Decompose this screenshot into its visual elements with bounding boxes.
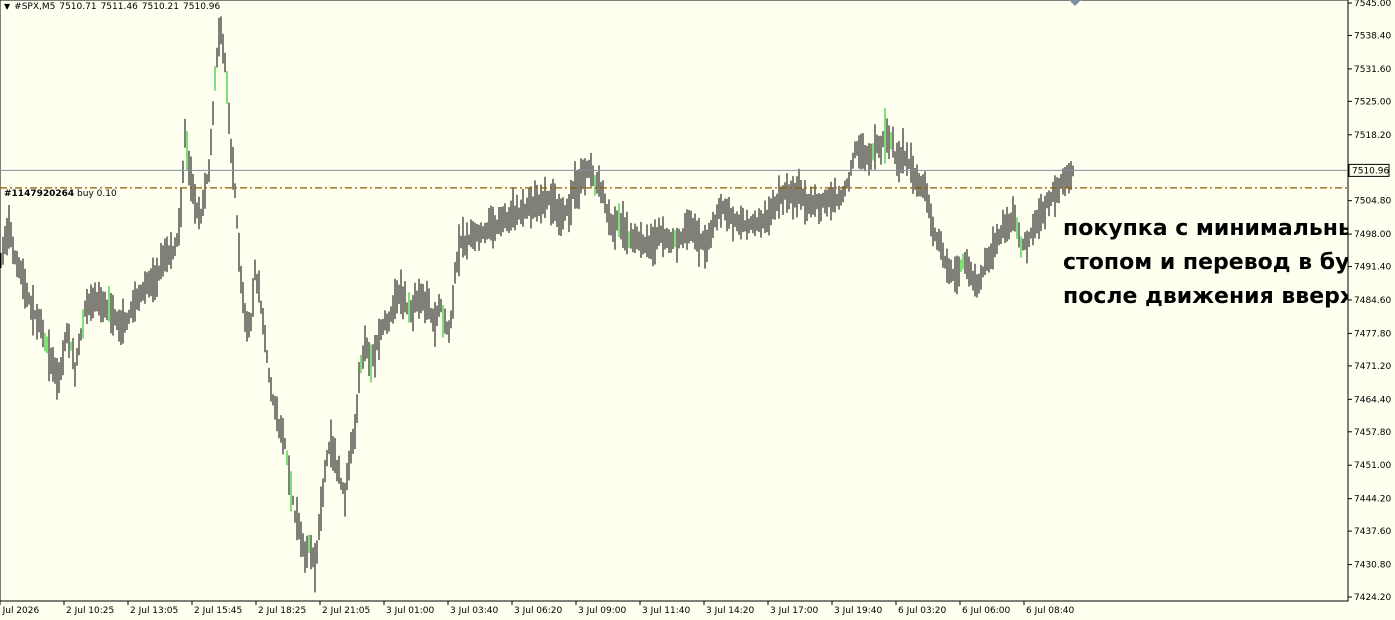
x-tick-label: 3 Jul 11:40 (642, 606, 691, 616)
y-tick-label: 7525.00 (1354, 97, 1391, 107)
y-tick-label: 7484.60 (1354, 296, 1391, 306)
current-price-tag-text: 7510.96 (1352, 166, 1389, 176)
candle-bars (0, 16, 1074, 593)
y-tick-label: 7457.80 (1354, 428, 1391, 438)
x-tick-label: 2 Jul 2026 (0, 606, 39, 616)
y-tick-label: 7464.40 (1354, 395, 1391, 405)
x-tick-label: 2 Jul 18:25 (258, 606, 306, 616)
x-tick-label: 2 Jul 15:45 (194, 606, 242, 616)
chart-annotation: покупка с минимальным стопом и перевод в… (1063, 212, 1348, 314)
y-tick-label: 7491.40 (1354, 263, 1391, 273)
y-tick-label: 7504.80 (1354, 197, 1391, 207)
symbol-timeframe: #SPX,M5 (14, 2, 56, 12)
y-tick-label: 7444.20 (1354, 495, 1391, 505)
close-value: 7510.96 (183, 2, 221, 12)
x-tick-label: 3 Jul 03:40 (450, 606, 499, 616)
y-tick-label: 7451.00 (1354, 461, 1391, 471)
x-tick-label: 6 Jul 08:40 (1026, 606, 1075, 616)
x-tick-label: 3 Jul 06:20 (514, 606, 563, 616)
x-tick-label: 3 Jul 17:00 (770, 606, 819, 616)
y-tick-label: 7545.00 (1354, 0, 1391, 9)
y-tick-label: 7437.60 (1354, 527, 1391, 537)
time-axis[interactable]: 2 Jul 2026 2 Jul 10:25 2 Jul 13:05 2 Jul 15… (0, 601, 1075, 616)
x-tick-label: 3 Jul 19:40 (834, 606, 883, 616)
annotation-line-3: после движения вверх (1063, 284, 1348, 309)
y-tick-label: 7518.20 (1354, 131, 1391, 141)
ohlc-values: 7510.71 7511.46 7510.21 7510.96 (55, 2, 220, 12)
current-price-tag: 7510.96 (1348, 163, 1390, 177)
y-tick-label: 7538.40 (1354, 31, 1391, 41)
y-tick-label: 7430.80 (1354, 561, 1391, 571)
x-tick-label: 2 Jul 21:05 (322, 606, 370, 616)
collapse-triangle-icon[interactable]: ▼ (4, 2, 10, 11)
order-side-volume: buy 0.10 (77, 189, 117, 199)
price-axis[interactable]: 7545.00 7538.40 7531.60 7525.00 7518.20 7504.… (1348, 0, 1391, 603)
x-tick-label: 3 Jul 01:00 (386, 606, 435, 616)
order-label[interactable]: #1147920264 buy 0.10 (4, 189, 117, 199)
x-tick-label: 2 Jul 13:05 (130, 606, 178, 616)
x-tick-label: 6 Jul 03:20 (898, 606, 947, 616)
y-tick-label: 7471.20 (1354, 362, 1391, 372)
y-tick-label: 7477.80 (1354, 329, 1391, 339)
annotation-line-1: покупка с минимальным (1063, 216, 1348, 241)
order-id: #1147920264 (4, 189, 75, 199)
x-tick-label: 3 Jul 14:20 (706, 606, 755, 616)
x-tick-label: 6 Jul 06:00 (962, 606, 1011, 616)
x-tick-label: 2 Jul 10:25 (66, 606, 114, 616)
low-value: 7510.21 (141, 2, 180, 12)
x-tick-label: 3 Jul 09:00 (578, 606, 627, 616)
symbol-header: ▼ #SPX,M5 7510.71 7511.46 7510.21 7510.96 (4, 2, 220, 12)
y-tick-label: 7424.20 (1354, 593, 1391, 603)
shift-marker-icon[interactable] (1069, 0, 1081, 6)
open-value: 7510.71 (59, 2, 97, 12)
annotation-line-2: стопом и перевод в бу (1063, 250, 1348, 275)
y-tick-label: 7531.60 (1354, 65, 1391, 75)
y-tick-label: 7498.00 (1354, 230, 1391, 240)
high-value: 7511.46 (100, 2, 138, 12)
